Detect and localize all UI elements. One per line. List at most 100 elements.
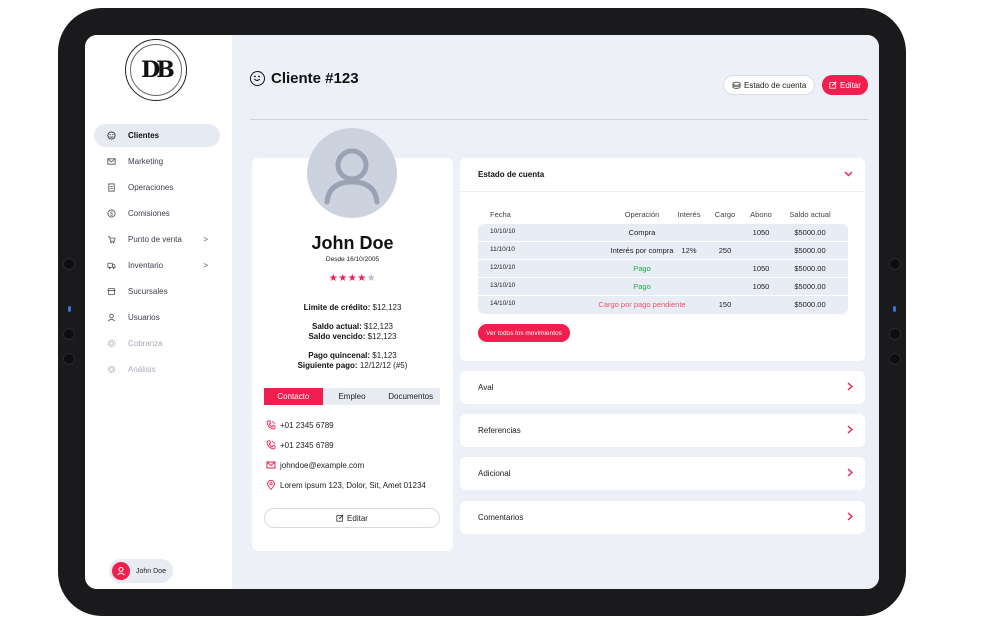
table-cell-cargo: 150 [718,300,732,309]
sidebar-item-operaciones[interactable]: Operaciones [94,176,220,199]
section-title: Adicional [478,469,511,478]
table-row[interactable]: 14/10/10 Cargo por pago pendiente 150 $5000… [478,296,848,314]
column-header: Cargo [714,210,736,219]
indicator-light [68,306,71,312]
user-silhouette-icon [324,148,380,205]
chevron-right-icon [847,381,854,394]
app-screen: DB Clientes Marketing Operaciones $ Comision… [85,35,879,589]
profile-edit-button[interactable]: Editar [264,508,440,528]
tab-empleo[interactable]: Empleo [323,388,382,405]
column-header: Fecha [490,210,511,219]
star-icon: ★ [328,273,339,284]
table-row[interactable]: 10/10/10 Compra 1050 $5000.00 [478,224,848,242]
sidebar-item-inventario[interactable]: Inventario > [94,254,220,277]
user-chip[interactable]: John Doe [109,559,173,583]
smile-icon [250,71,265,86]
side-button [63,353,75,365]
profile-since: Desde 16/10/2005 [325,256,380,263]
phone-icon [266,440,276,450]
credit-limit: Limite de crédito: $12,123 [262,303,443,313]
table-cell-fecha: 11/10/10 [490,246,515,253]
table-cell-fecha: 14/10/10 [490,300,516,307]
section-aval[interactable]: Aval [460,371,865,404]
sidebar-item-label: Cobranza [128,339,163,348]
mail-icon [107,157,116,166]
side-button [889,328,901,340]
account-statement-header[interactable]: Estado de cuenta [460,158,865,192]
account-statement-title: Estado de cuenta [478,170,545,179]
chevron-right-icon [847,467,854,480]
siguiente-pago-value: 12/12/12 (#5) [359,361,408,370]
credit-limit-value: $12,123 [372,303,402,312]
table-cell-cargo: 250 [718,246,732,255]
contact-item: Lorem ipsum 123, Dolor, Sit, Amet 01234 [266,480,426,490]
contact-text: Lorem ipsum 123, Dolor, Sit, Amet 01234 [280,480,426,490]
sidebar-item-label: Inventario [128,261,164,270]
edit-button-label: Editar [840,80,861,90]
column-header: Abono [750,210,772,219]
mail-icon [266,460,276,470]
page-title-text: Cliente #123 [271,70,359,87]
table-cell-operacion: Cargo por pago pendiente [598,300,686,309]
sidebar-item-comisiones[interactable]: $ Comisiones [94,202,220,225]
sidebar-item-label: Marketing [128,157,164,166]
sidebar-item-clientes[interactable]: Clientes [94,124,220,147]
table-cell-saldo: $5000.00 [794,246,826,255]
indicator-light [893,306,896,312]
chevron-down-icon[interactable] [844,169,853,180]
star-icon: ★ [357,273,367,284]
star-icon: ★ [347,273,358,284]
sidebar-item-usuarios[interactable]: Usuarios [94,306,220,329]
table-cell-fecha: 13/10/10 [490,282,516,289]
section-title: Referencias [478,426,521,435]
sidebar-item-cobranza[interactable]: Cobranza [94,332,220,355]
view-all-movements-button[interactable]: Ver todos los movimientos [478,324,570,342]
saldo-actual: Saldo actual: $12,123 [262,322,443,332]
smile-icon [107,131,116,140]
sidebar-item-label: Clientes [128,131,160,140]
table-row[interactable]: 11/10/10 Interés por compra 12% 250 $5000.00 [478,242,848,260]
contact-text: johndoe@example.com [280,460,365,470]
table-cell-saldo: $5000.00 [794,264,826,273]
section-title: Comentarios [478,513,524,522]
chevron-right-icon: > [203,261,208,270]
section-comentarios[interactable]: Comentarios [460,501,865,534]
section-referencias[interactable]: Referencias [460,414,865,447]
table-row[interactable]: 13/10/10 Pago 1050 $5000.00 [478,278,848,296]
gear-icon [107,339,116,348]
edit-button[interactable]: Editar [822,75,868,95]
sidebar-item-an-lisis[interactable]: Análisis [94,358,220,381]
user-icon [117,567,125,576]
saldo-vencido: Saldo vencido: $12,123 [262,332,443,342]
siguiente-pago: Siguiente pago: 12/12/12 (#5) [262,361,443,371]
contact-item: johndoe@example.com [266,460,364,470]
saldo-vencido-value: $12,123 [367,332,397,341]
truck-icon [107,261,116,270]
rating-stars: ★★★★★ [272,273,433,284]
sidebar-item-marketing[interactable]: Marketing [94,150,220,173]
contact-text: +01 2345 6789 [280,420,334,430]
star-icon: ★ [366,273,377,284]
chevron-right-icon [847,424,854,437]
side-button [63,258,75,270]
svg-text:$: $ [110,211,113,217]
table-row[interactable]: 12/10/10 Pago 1050 $5000.00 [478,260,848,278]
user-icon [107,313,116,322]
table-cell-fecha: 12/10/10 [490,264,516,271]
sidebar-item-punto-de-venta[interactable]: Punto de venta > [94,228,220,251]
phone-icon [266,420,276,430]
account-statement-button[interactable]: Estado de cuenta [723,75,816,95]
tab-documentos[interactable]: Documentos [381,388,440,405]
side-button [63,328,75,340]
section-adicional[interactable]: Adicional [460,457,865,490]
star-icon: ★ [338,273,348,284]
tab-contacto[interactable]: Contacto [264,388,323,405]
table-cell-abono: 1050 [752,264,770,273]
brand-logo[interactable]: DB [125,39,187,101]
sidebar-item-sucursales[interactable]: Sucursales [94,280,220,303]
chevron-right-icon: > [203,235,208,244]
sidebar-item-label: Comisiones [128,209,170,218]
sidebar-item-label: Análisis [128,365,156,374]
cart-icon [107,235,116,244]
saldo-actual-label: Saldo actual: [312,322,362,331]
